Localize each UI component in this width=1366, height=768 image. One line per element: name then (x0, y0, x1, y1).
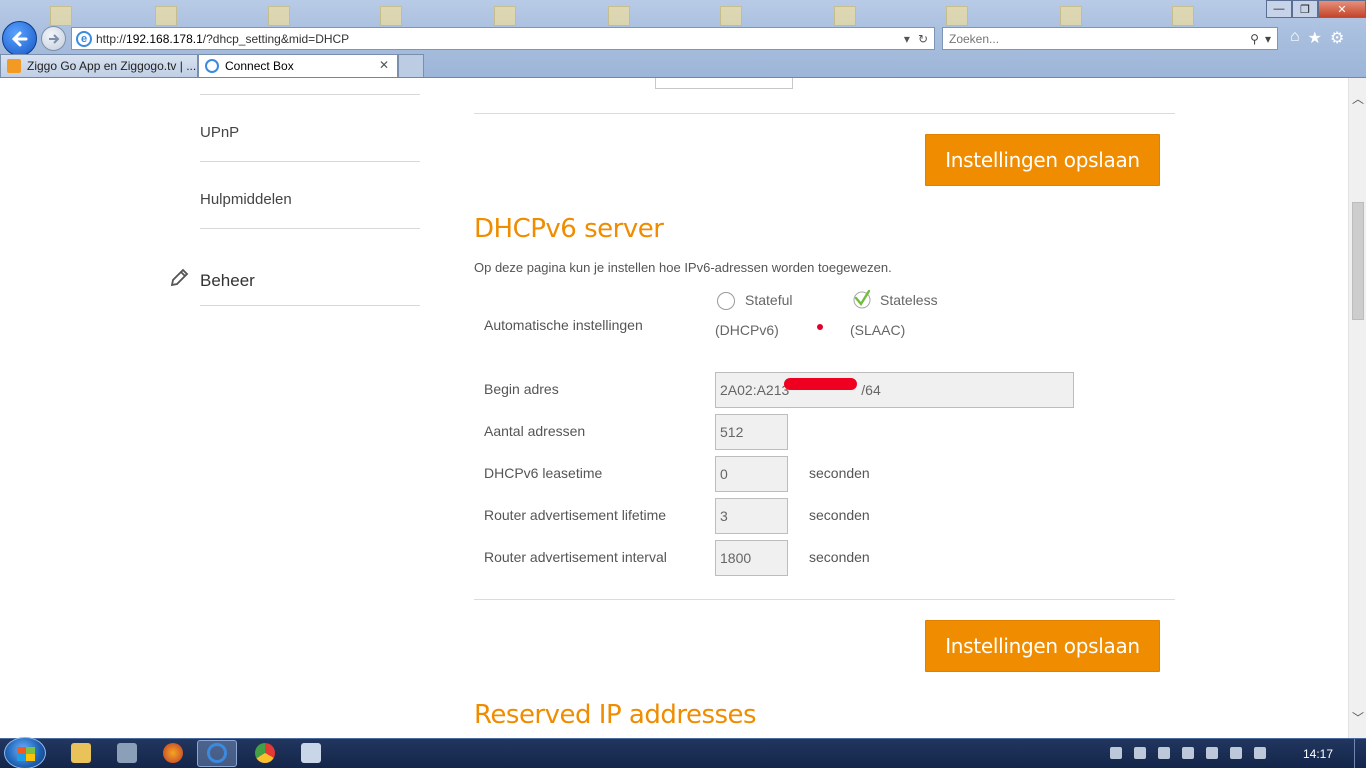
page-content: UPnP Hulpmiddelen Beheer Instellingen op… (0, 78, 1348, 738)
scroll-down-icon[interactable]: ﹀ (1352, 709, 1364, 726)
scroll-up-icon[interactable]: ︿ (1352, 90, 1364, 107)
ra-lifetime-input[interactable]: 3 (715, 498, 788, 534)
leasetime-unit: seconden (809, 465, 870, 481)
shield-tray-icon[interactable] (1182, 747, 1194, 759)
sidebar-item-upnp[interactable]: UPnP (200, 124, 239, 141)
device-tray-icon[interactable] (1230, 747, 1242, 759)
address-url[interactable]: http://192.168.178.1/?dhcp_setting&mid=D… (96, 32, 904, 46)
ra-interval-input[interactable]: 1800 (715, 540, 788, 576)
windows-logo-icon (17, 747, 35, 761)
start-button[interactable] (4, 737, 46, 768)
tray-expand-icon[interactable] (1134, 747, 1146, 759)
section-divider (474, 599, 1175, 600)
aantal-adressen-label: Aantal adressen (484, 423, 586, 439)
taskbar: 14:17 (0, 737, 1366, 768)
sidebar-divider (200, 305, 420, 306)
aantal-adressen-input[interactable]: 512 (715, 414, 788, 450)
previous-field-box[interactable] (655, 78, 793, 89)
begin-adres-label: Begin adres (484, 381, 559, 397)
ie-favicon-icon (205, 59, 219, 73)
sidebar-item-hulpmiddelen[interactable]: Hulpmiddelen (200, 191, 292, 208)
sidebar-divider (200, 94, 420, 95)
stateless-label: Stateless (880, 292, 938, 308)
search-input[interactable] (949, 31, 1251, 46)
ziggo-favicon-icon (7, 59, 21, 73)
ra-interval-label: Router advertisement interval (484, 549, 667, 565)
network-tray-icon[interactable] (1206, 747, 1218, 759)
forward-button[interactable] (41, 26, 66, 51)
save-settings-button-bottom[interactable]: Instellingen opslaan (925, 620, 1160, 672)
browser-chrome: e http://192.168.178.1/?dhcp_setting&mid… (0, 0, 1366, 78)
tab-bar: Ziggo Go App en Ziggogo.tv | ... Connect… (0, 54, 424, 77)
arrow-left-icon (11, 31, 27, 46)
firefox-taskbar-icon[interactable] (163, 743, 183, 763)
redaction-mark (784, 378, 857, 390)
stateful-sub-label: (DHCPv6) (715, 322, 779, 338)
ie-taskbar-icon[interactable] (207, 743, 227, 763)
new-tab-button[interactable] (398, 54, 424, 77)
sidebar-divider (200, 228, 420, 229)
section-divider (474, 113, 1175, 114)
save-settings-button[interactable]: Instellingen opslaan (925, 134, 1160, 186)
dropdown-arrow-icon[interactable]: ▾ (904, 32, 910, 46)
dhcpv6-section-title: DHCPv6 server (474, 214, 664, 244)
scrollbar-thumb[interactable] (1352, 202, 1364, 320)
background-desktop-icons (0, 0, 1260, 26)
close-window-button[interactable]: ✕ (1318, 0, 1366, 18)
ra-lifetime-label: Router advertisement lifetime (484, 507, 667, 523)
clock[interactable]: 14:17 (1303, 747, 1333, 761)
reserved-ip-title: Reserved IP addresses (474, 700, 757, 730)
explorer-taskbar-icon[interactable] (71, 743, 91, 763)
maximize-button[interactable]: ❐ (1292, 0, 1318, 18)
red-dot-marker (817, 324, 823, 330)
back-button[interactable] (2, 21, 37, 56)
sidebar-item-beheer[interactable]: Beheer (200, 271, 255, 291)
volume-tray-icon[interactable] (1254, 747, 1266, 759)
stateless-radio-check-icon[interactable] (852, 289, 872, 309)
search-box[interactable]: ⚲ ▾ (942, 27, 1278, 50)
tab-close-icon[interactable]: ✕ (379, 58, 389, 72)
control-panel-taskbar-icon[interactable] (117, 743, 137, 763)
begin-adres-input[interactable]: 2A02:A213/64 (715, 372, 1074, 408)
refresh-icon[interactable]: ↻ (918, 32, 928, 46)
search-icon[interactable]: ⚲ (1250, 32, 1259, 46)
arrow-right-icon (48, 33, 59, 44)
settings-gear-icon[interactable]: ⚙ (1330, 28, 1344, 48)
leasetime-label: DHCPv6 leasetime (484, 465, 603, 481)
stateful-label: Stateful (745, 292, 793, 308)
stateless-sub-label: (SLAAC) (850, 322, 906, 338)
vertical-scrollbar[interactable]: ︿ ﹀ (1348, 78, 1366, 738)
window-controls: — ❐ ✕ (1266, 0, 1366, 18)
stateful-radio[interactable] (717, 292, 735, 310)
auto-settings-label: Automatische instellingen (484, 317, 643, 333)
ie-page-icon: e (76, 30, 92, 47)
ra-lifetime-unit: seconden (809, 507, 870, 523)
signal-tray-icon[interactable] (1158, 747, 1170, 759)
minimize-button[interactable]: — (1266, 0, 1292, 18)
app-taskbar-icon[interactable] (301, 743, 321, 763)
keyboard-tray-icon[interactable] (1110, 747, 1122, 759)
sidebar-divider (200, 161, 420, 162)
tab-ziggo[interactable]: Ziggo Go App en Ziggogo.tv | ... (0, 54, 198, 77)
chrome-taskbar-icon[interactable] (255, 743, 275, 763)
leasetime-input[interactable]: 0 (715, 456, 788, 492)
ra-interval-unit: seconden (809, 549, 870, 565)
system-tray (1110, 747, 1266, 759)
search-dropdown-icon[interactable]: ▾ (1265, 32, 1271, 46)
pencil-icon (170, 268, 189, 287)
dhcpv6-description: Op deze pagina kun je instellen hoe IPv6… (474, 260, 892, 275)
favorites-star-icon[interactable]: ★ (1308, 28, 1322, 48)
address-bar[interactable]: e http://192.168.178.1/?dhcp_setting&mid… (71, 27, 935, 50)
home-icon[interactable]: ⌂ (1290, 28, 1300, 48)
tab-connect-box[interactable]: Connect Box ✕ (198, 54, 398, 77)
show-desktop-button[interactable] (1354, 739, 1366, 768)
